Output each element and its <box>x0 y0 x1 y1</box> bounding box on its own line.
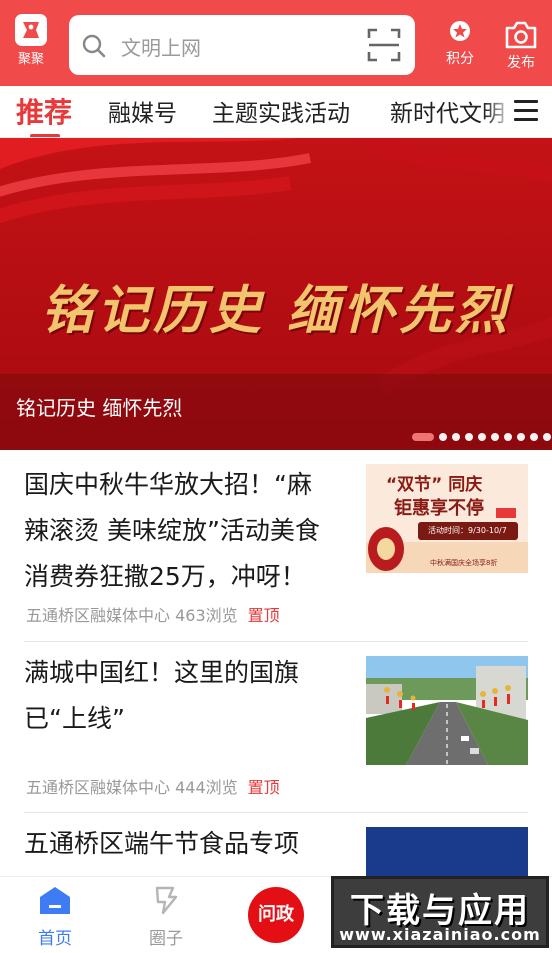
logo-label: 聚聚 <box>17 52 44 67</box>
publish-label: 发布 <box>507 55 535 71</box>
carousel-dot[interactable] <box>543 433 551 441</box>
home-icon <box>40 887 70 914</box>
news-title: 满城中国红！这里的国旗 已“上线” <box>24 658 300 733</box>
nav-home-label: 首页 <box>38 929 72 949</box>
news-thumbnail[interactable]: “双节” 同庆 钜惠享不停 活动时间：9/30-10/7 中秋满国庆全场享8折 <box>366 464 528 573</box>
tab-media[interactable]: 融媒号 <box>108 94 177 128</box>
tab-fade <box>484 86 514 137</box>
list-divider <box>24 641 528 642</box>
search-placeholder: 文明上网 <box>121 36 201 60</box>
pinned-tag: 置顶 <box>247 778 280 797</box>
banner-caption: 铭记历史 缅怀先烈 <box>16 396 183 420</box>
site-watermark: 下载与应用 www.xiazainiao.com <box>331 876 549 948</box>
star-badge-icon <box>450 21 470 41</box>
news-thumbnail[interactable] <box>366 827 528 877</box>
street-photo-graphic <box>366 656 528 765</box>
carousel-dot[interactable] <box>504 433 512 441</box>
carousel-dot[interactable] <box>478 433 486 441</box>
nav-circle-label: 圈子 <box>149 929 183 949</box>
thumb-subheading: 钜惠享不停 <box>394 498 484 519</box>
scan-icon[interactable] <box>367 28 401 62</box>
points-label: 积分 <box>446 51 474 67</box>
menu-icon[interactable] <box>514 100 538 127</box>
news-title: 五通桥区端午节食品专项 <box>24 829 300 858</box>
camera-icon <box>505 21 537 49</box>
wenzheng-button[interactable]: 问政 <box>248 887 304 943</box>
tab-theme-practice[interactable]: 主题实践活动 <box>212 94 350 128</box>
nav-home[interactable]: 首页 <box>25 885 85 949</box>
points-button[interactable]: 积分 <box>435 20 485 68</box>
top-header: 聚聚 文明上网 积分 发布 <box>0 0 552 86</box>
logo-icon <box>15 14 47 46</box>
news-meta: 五通桥区融媒体中心 463浏览 置顶 <box>26 602 280 626</box>
carousel-dot[interactable] <box>465 433 473 441</box>
news-thumbnail[interactable] <box>366 656 528 765</box>
news-source-views: 五通桥区融媒体中心 444浏览 <box>26 778 238 797</box>
news-title: 国庆中秋牛华放大招！“麻 辣滚烫 美味绽放”活动美食 消费券狂撒25万，冲呀！ <box>24 470 320 591</box>
search-bar[interactable]: 文明上网 <box>69 15 415 75</box>
carousel-dot[interactable] <box>439 433 447 441</box>
watermark-url: www.xiazainiao.com <box>339 925 541 944</box>
carousel-dot[interactable] <box>491 433 499 441</box>
search-icon <box>82 34 106 58</box>
thumb-footer: 中秋满国庆全场享8折 <box>430 559 498 567</box>
thumb-heading: “双节” 同庆 <box>386 475 483 495</box>
news-source-views: 五通桥区融媒体中心 463浏览 <box>26 606 238 625</box>
list-divider <box>24 812 528 813</box>
carousel-dot[interactable] <box>517 433 525 441</box>
thumb-time: 活动时间：9/30-10/7 <box>428 526 507 535</box>
news-meta: 五通桥区融媒体中心 444浏览 置顶 <box>26 774 280 798</box>
nav-circle[interactable]: 圈子 <box>136 885 196 949</box>
carousel-dot-active[interactable] <box>412 433 434 441</box>
category-tabs: 推荐 融媒号 主题实践活动 新时代文明 <box>0 86 552 138</box>
circle-icon <box>155 886 178 915</box>
carousel-dot[interactable] <box>530 433 538 441</box>
publish-button[interactable]: 发布 <box>496 20 546 72</box>
carousel-dot[interactable] <box>452 433 460 441</box>
app-logo-button[interactable]: 聚聚 <box>8 14 54 74</box>
banner-title: 铭记历史 缅怀先烈 <box>40 280 512 341</box>
tab-recommend[interactable]: 推荐 <box>16 91 72 131</box>
pinned-tag: 置顶 <box>247 606 280 625</box>
banner-carousel[interactable]: 铭记历史 缅怀先烈 铭记历史 缅怀先烈 <box>0 138 552 450</box>
